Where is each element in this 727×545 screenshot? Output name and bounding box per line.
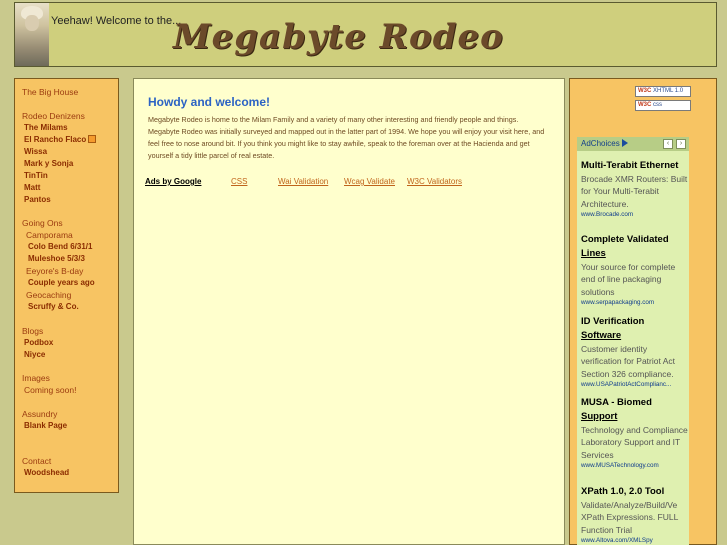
sidebar-section-0[interactable]: The Big House — [22, 86, 78, 98]
rss-icon[interactable] — [88, 134, 97, 143]
sidebar-section-27[interactable]: Assundry — [22, 408, 57, 420]
sidebar-item-5[interactable]: Wissa — [24, 146, 47, 158]
main-content: Howdy and welcome! Megabyte Rodeo is hom… — [133, 78, 565, 545]
ad-description: Brocade XMR Routers: Built for Your Mult… — [581, 174, 688, 209]
ad-url[interactable]: www.serpapackaging.com — [581, 298, 689, 308]
sidebar-label: Colo Bend 6/31/1 — [28, 242, 93, 251]
page-title: Howdy and welcome! — [148, 95, 271, 109]
sidebar-subitem-16[interactable]: Couple years ago — [28, 277, 95, 289]
sidebar-item-32[interactable]: Woodshead — [24, 467, 69, 479]
sidebar-label: Blank Page — [24, 420, 68, 430]
sidebar-section-20[interactable]: Blogs — [22, 325, 43, 337]
sidebar-label: Going Ons — [22, 218, 63, 228]
xhtml-valid-badge[interactable]: W3C XHTML 1.0 — [635, 86, 691, 97]
sidebar-label: The Big House — [22, 87, 79, 97]
sidebar-item-6[interactable]: Mark y Sonja — [24, 158, 73, 170]
sidebar-label: Coming soon! — [24, 385, 77, 395]
sidebar-label: Podbox — [24, 337, 54, 347]
wai-validation-link[interactable]: Wai Validation — [278, 177, 328, 186]
ad-unit[interactable]: XPath 1.0, 2.0 Tool Validate/Analyze/Buil… — [581, 485, 689, 545]
sidebar-label: Scruffy & Co. — [28, 302, 79, 311]
sidebar-label: El Rancho Flaco — [24, 134, 87, 144]
sidebar-section-2[interactable]: Rodeo Denizens — [22, 110, 85, 122]
sidebar-subsection-12[interactable]: Camporama — [26, 229, 73, 241]
sidebar-label: Eeyore's B-day — [26, 266, 84, 276]
css-valid-badge[interactable]: W3C css — [635, 100, 691, 111]
sidebar-label: Camporama — [26, 230, 73, 240]
sidebar-subitem-13[interactable]: Colo Bend 6/31/1 — [28, 241, 92, 253]
ad-title[interactable]: Multi-Terabit Ethernet — [581, 159, 689, 173]
sidebar-label: Niyce — [24, 349, 46, 359]
w3c-validators-link[interactable]: W3C Validators — [407, 177, 462, 186]
adchoices-icon — [621, 139, 628, 147]
ad-title[interactable]: Complete Validated Lines — [581, 233, 689, 261]
sidebar-subsection-17[interactable]: Geocaching — [26, 289, 71, 301]
welcome-text: Yeehaw! Welcome to the... — [51, 15, 182, 27]
ad-title[interactable]: MUSA - Biomed Support — [581, 396, 689, 424]
ad-url[interactable]: www.Brocade.com — [581, 210, 689, 220]
sidebar-section-31[interactable]: Contact — [22, 455, 51, 467]
sidebar-item-3[interactable]: The Milams — [24, 122, 68, 134]
sidebar-subsection-15[interactable]: Eeyore's B-day — [26, 265, 83, 277]
ad-unit[interactable]: Complete Validated Lines Your source for c… — [581, 233, 689, 308]
ad-title[interactable]: XPath 1.0, 2.0 Tool — [581, 485, 689, 499]
site-header: Yeehaw! Welcome to the... Megabyte Rodeo — [14, 2, 717, 67]
css-link[interactable]: CSS — [231, 177, 247, 186]
ad-unit[interactable]: Multi-Terabit Ethernet Brocade XMR Router… — [581, 159, 689, 220]
sidebar-label: Wissa — [24, 146, 48, 156]
ad-title[interactable]: ID Verification Software — [581, 315, 689, 343]
sidebar-label: Couple years ago — [28, 278, 95, 287]
sidebar-label: Pantos — [24, 194, 51, 204]
ad-description: Validate/Analyze/Build/Ve XPath Expressi… — [581, 500, 679, 535]
sidebar-label: Woodshead — [24, 467, 70, 477]
intro-paragraph: Megabyte Rodeo is home to the Milam Fami… — [148, 115, 545, 160]
sidebar-label: Rodeo Denizens — [22, 110, 85, 121]
sidebar-item-7[interactable]: TinTin — [24, 170, 48, 182]
ad-unit[interactable]: MUSA - Biomed Support Technology and Compl… — [581, 396, 689, 471]
sidebar-item-28[interactable]: Blank Page — [24, 420, 67, 432]
sidebar-item-8[interactable]: Matt — [24, 182, 40, 194]
ad-unit[interactable]: ID Verification Software Customer identity… — [581, 315, 689, 390]
prev-ad-icon[interactable]: ‹ — [663, 139, 673, 149]
sidebar-label: The Milams — [24, 122, 68, 132]
ad-url[interactable]: www.Altova.com/XMLSpy — [581, 536, 689, 545]
sidebar-note: Coming soon! — [24, 384, 76, 396]
sidebar-label: Assundry — [22, 408, 58, 419]
sidebar-label: Contact — [22, 455, 52, 466]
ad-url[interactable]: www.MUSATechnology.com — [581, 461, 689, 471]
sidebar-label: Blogs — [22, 325, 44, 336]
ad-description: Your source for complete end of line pac… — [581, 262, 676, 297]
sidebar-subitem-18[interactable]: Scruffy & Co. — [28, 301, 79, 313]
sidebar-item-9[interactable]: Pantos — [24, 194, 51, 206]
next-ad-icon[interactable]: › — [676, 139, 686, 149]
wcag-validate-link[interactable]: Wcag Validate — [344, 177, 395, 186]
site-logo[interactable]: Megabyte Rodeo — [173, 17, 504, 57]
google-ads-panel: AdChoices ‹ › Multi-Terabit Ethernet Broc… — [577, 137, 689, 545]
ads-by-google-link[interactable]: Ads by Google — [145, 177, 201, 186]
sidebar-subitem-14[interactable]: Muleshoe 5/3/3 — [28, 253, 85, 265]
ad-description: Technology and Compliance Laboratory Sup… — [581, 425, 688, 460]
sidebar-section-11[interactable]: Going Ons — [22, 217, 63, 229]
cowgirl-photo — [15, 3, 49, 66]
sidebar-label: Mark y Sonja — [24, 158, 74, 168]
ad-url[interactable]: www.USAPatriotActComplianc... — [581, 380, 689, 390]
sidebar-label: Images — [22, 373, 50, 383]
sidebar-section-24[interactable]: Images — [22, 372, 50, 384]
sidebar-item-22[interactable]: Niyce — [24, 349, 45, 361]
sidebar-label: Muleshoe 5/3/3 — [28, 254, 85, 263]
sidebar-label: Matt — [24, 182, 41, 192]
sidebar-label: Geocaching — [26, 290, 72, 300]
sidebar-item-4[interactable]: El Rancho Flaco — [24, 134, 97, 146]
sidebar-item-21[interactable]: Podbox — [24, 337, 53, 349]
ad-description: Customer identity verification for Patri… — [581, 344, 676, 379]
left-sidebar: The Big House Rodeo Denizens The Milams El … — [14, 78, 119, 493]
right-sidebar: W3C XHTML 1.0 W3C css AdChoices ‹ › Mult… — [569, 78, 717, 545]
sidebar-label: TinTin — [24, 170, 48, 180]
